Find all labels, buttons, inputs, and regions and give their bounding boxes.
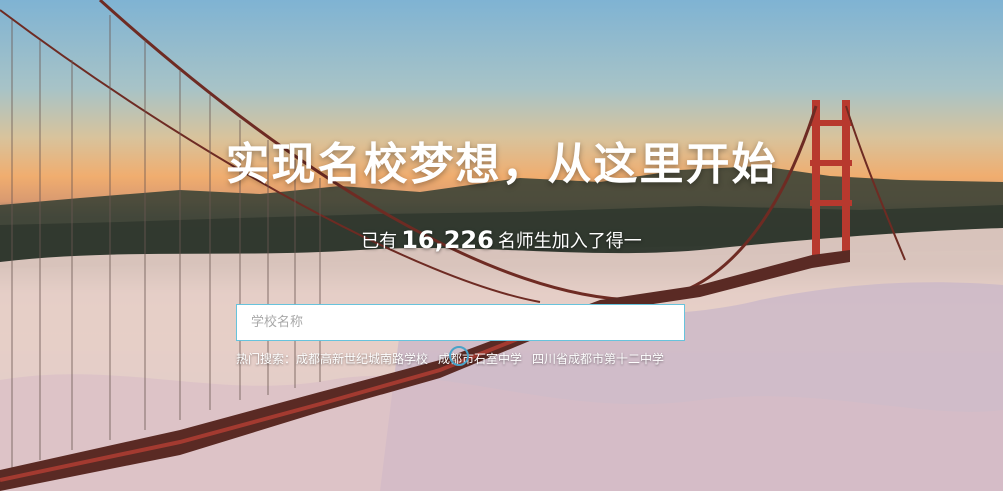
cursor-ring-icon <box>449 346 469 366</box>
member-count-number: 16,226 <box>401 226 494 254</box>
member-count-text: 已有 16,226 名师生加入了得一 <box>0 226 1003 254</box>
member-count-prefix: 已有 <box>361 231 398 252</box>
hot-search-label: 热门搜索： <box>236 352 297 366</box>
member-count-suffix: 名师生加入了得一 <box>497 231 642 252</box>
hero-headline: 实现名校梦想，从这里开始 <box>225 139 778 190</box>
school-search-input[interactable] <box>237 305 684 340</box>
hero-banner: 实现名校梦想，从这里开始 已有16,226名师生加入了得一 热门搜索：成都高新世… <box>0 0 1003 491</box>
school-search-box[interactable] <box>236 304 685 341</box>
hot-search-item[interactable]: 四川省成都市第十二中学 <box>532 352 664 366</box>
hot-search-item[interactable]: 成都高新世纪城南路学校 <box>296 352 428 366</box>
